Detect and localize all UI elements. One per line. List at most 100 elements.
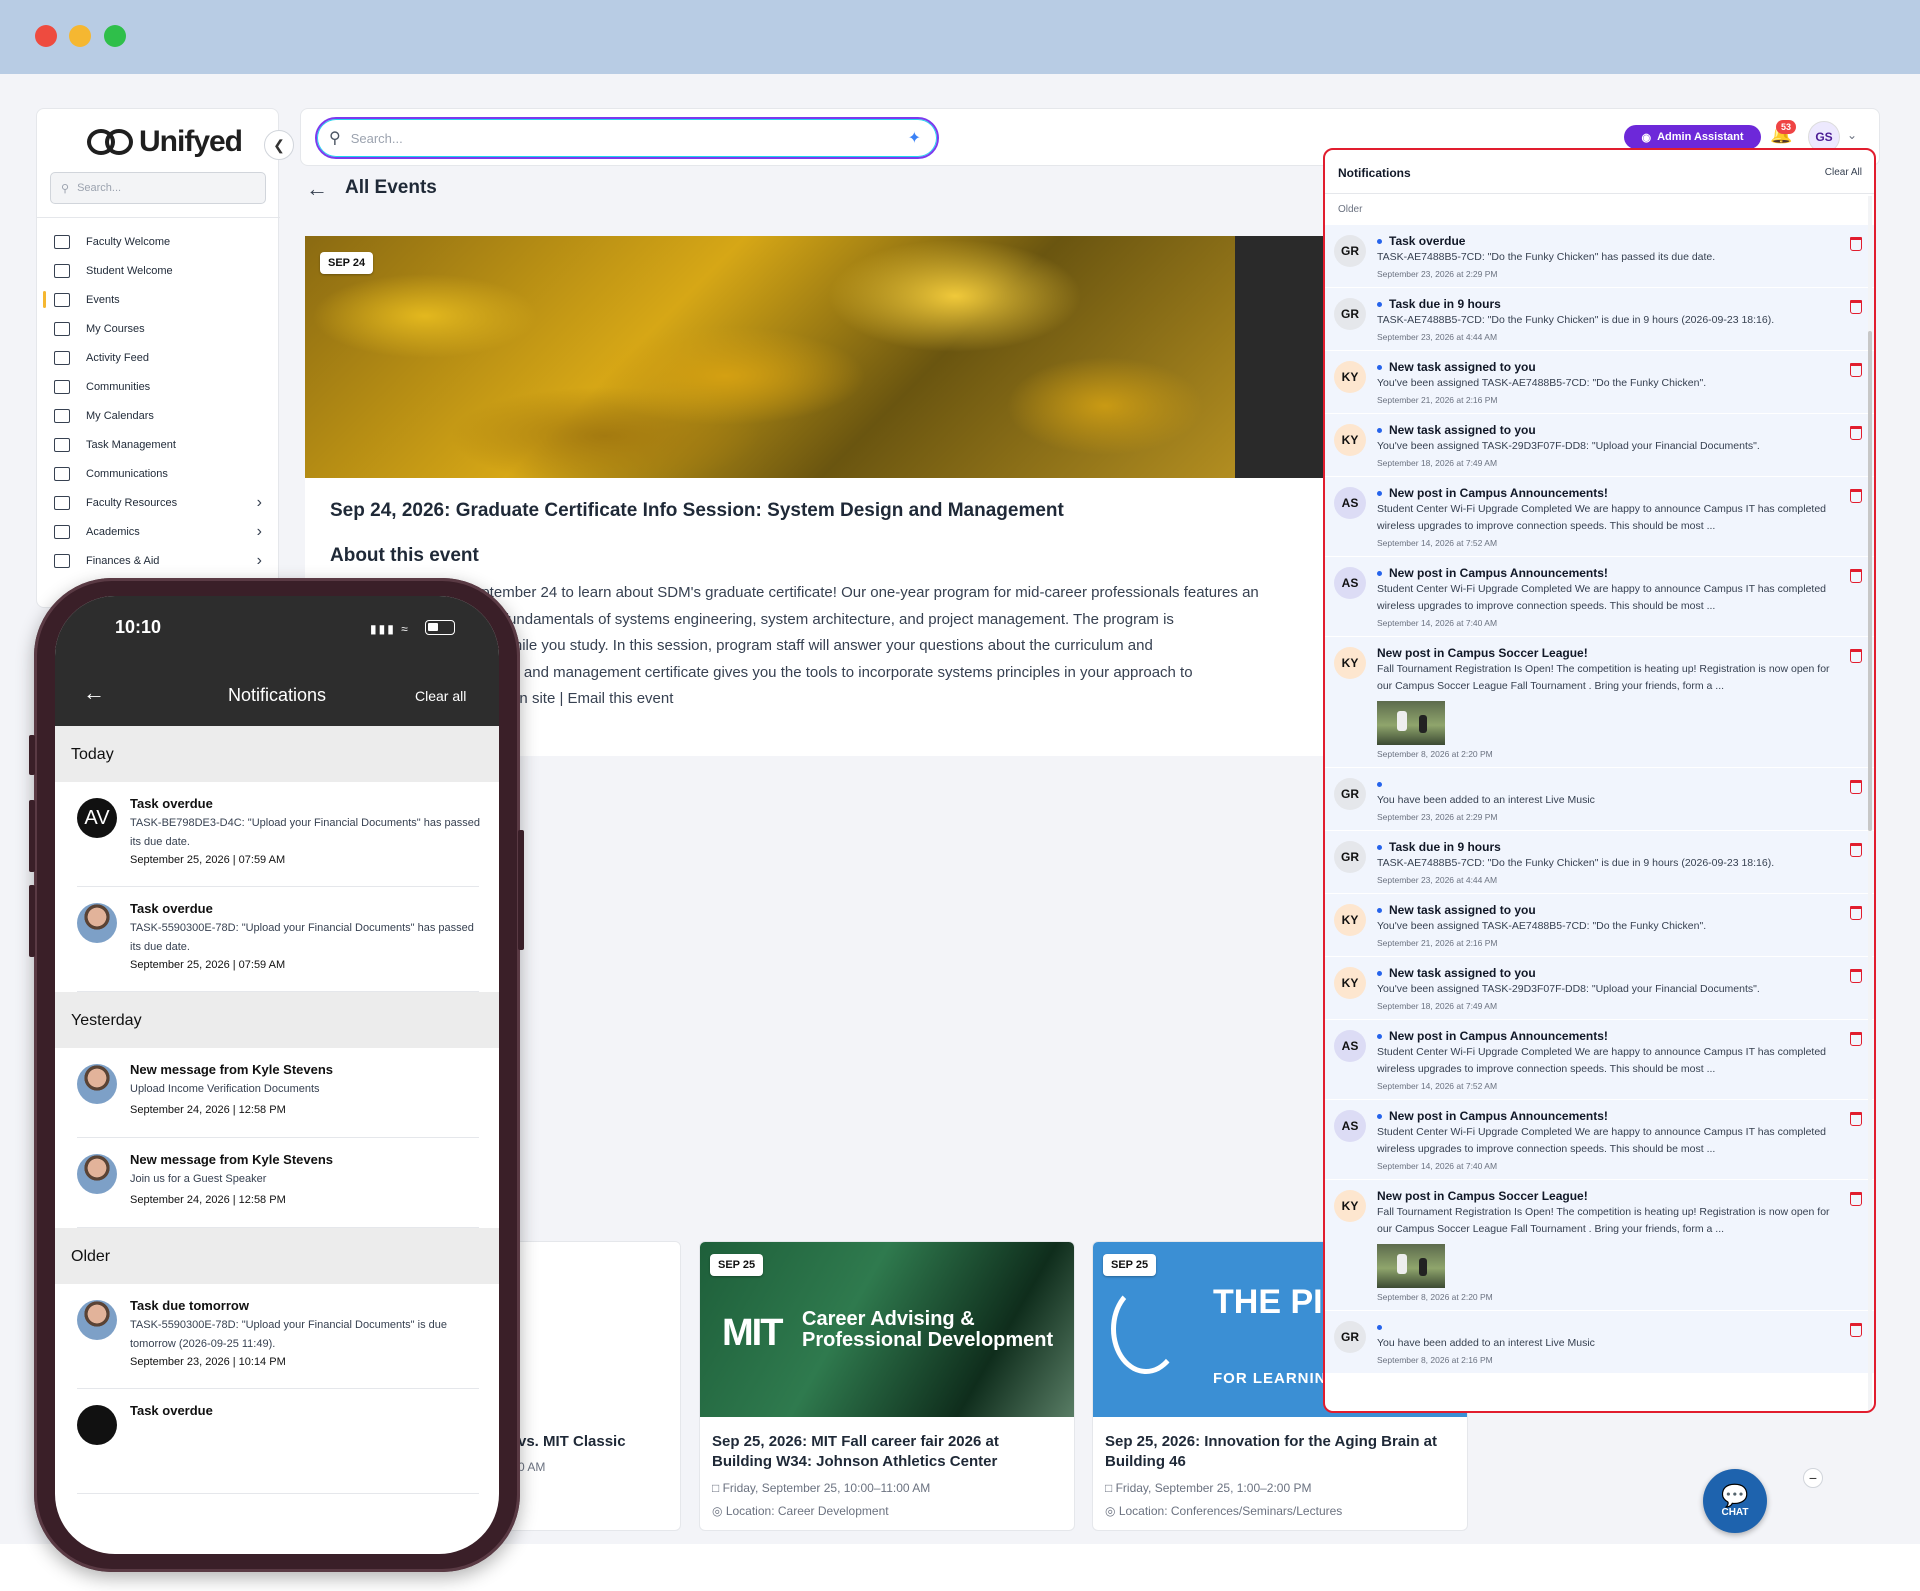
location-pin-icon: ◎ [1105,1504,1116,1518]
notification-item[interactable]: KY New task assigned to you You've been as… [1325,351,1874,414]
sidebar-item-events[interactable]: Events [37,285,280,314]
minimize-window-button[interactable] [69,25,91,47]
notification-count-badge: 53 [1776,120,1796,134]
trash-icon[interactable] [1850,363,1862,377]
sidebar-item-label: Faculty Resources [86,496,178,509]
notification-title: New post in Campus Soccer League! [1377,1189,1588,1203]
notification-item[interactable]: KY New task assigned to you You've been as… [1325,957,1874,1020]
sidebar-item-finances-aid[interactable]: Finances & Aid › [37,546,280,575]
event-card-location: ◎ Location: Career Development [712,1504,889,1518]
unread-dot-icon [1377,1034,1382,1040]
ai-sparkle-icon[interactable]: ✦ [908,128,921,148]
trash-icon[interactable] [1850,780,1862,794]
event-card-title: Sep 25, 2026: Innovation for the Aging B… [1105,1433,1437,1470]
trash-icon[interactable] [1850,300,1862,314]
notification-item[interactable]: GR Task overdue TASK-AE7488B5-7CD: "Do the… [1325,225,1874,288]
sidebar-item-communities[interactable]: Communities [37,372,280,401]
phone-notification-item[interactable]: New message from Kyle Stevens Upload Inco… [55,1048,499,1138]
notification-time: September 14, 2026 at 7:52 AM [1377,1081,1498,1091]
notification-item[interactable]: KY New task assigned to you You've been as… [1325,894,1874,957]
notification-item[interactable]: GR Task due in 9 hours TASK-AE7488B5-7CD: … [1325,288,1874,351]
trash-icon[interactable] [1850,1112,1862,1126]
phone-notification-time: September 23, 2026 | 10:14 PM [130,1356,286,1368]
phone-notification-item[interactable]: Task due tomorrow TASK-5590300E-78D: "Upl… [55,1284,499,1389]
trash-icon[interactable] [1850,1192,1862,1206]
chat-button[interactable]: 💬 CHAT [1703,1469,1767,1533]
notification-item[interactable]: AS New post in Campus Announcements! Stude… [1325,1020,1874,1100]
notification-avatar: GR [1334,298,1366,330]
related-event-card[interactable]: MIT Career Advising & Professional Devel… [699,1241,1075,1531]
phone-notification-item[interactable]: New message from Kyle Stevens Join us for… [55,1138,499,1228]
admin-assistant-button[interactable]: ◉ Admin Assistant [1624,125,1761,149]
chat-minimize-button[interactable]: − [1803,1468,1823,1488]
notification-time: September 8, 2026 at 2:16 PM [1377,1355,1493,1365]
search-icon: ⚲ [61,182,70,195]
clear-all-button[interactable]: Clear All [1825,167,1862,178]
event-date-chip: SEP 25 [710,1254,764,1276]
search-icon: ⚲ [329,130,341,147]
sidebar-item-label: Activity Feed [86,351,149,364]
notification-item[interactable]: GR You have been added to an interest Liv… [1325,768,1874,831]
dollar-icon [54,553,70,568]
unread-dot-icon [1377,571,1382,577]
sidebar-item-my-courses[interactable]: My Courses [37,314,280,343]
sidebar-search-input[interactable]: ⚲ Search... [50,172,266,204]
phone-notification-item[interactable]: AV Task overdue TASK-BE798DE3-D4C: "Upload… [55,782,499,887]
notification-avatar: KY [1334,424,1366,456]
phone-notification-time: September 25, 2026 | 07:59 AM [130,959,286,971]
phone-notification-body: TASK-BE798DE3-D4C: "Upload your Financia… [130,817,480,848]
unread-dot-icon [1377,239,1382,245]
trash-icon[interactable] [1850,906,1862,920]
trash-icon[interactable] [1850,649,1862,663]
courses-icon [54,321,70,336]
maximize-window-button[interactable] [104,25,126,47]
trash-icon[interactable] [1850,426,1862,440]
trash-icon[interactable] [1850,237,1862,251]
sidebar-item-faculty-resources[interactable]: Faculty Resources › [37,488,280,517]
sidebar-item-communications[interactable]: Communications [37,459,280,488]
sidebar-item-task-management[interactable]: Task Management [37,430,280,459]
notification-item[interactable]: GR Task due in 9 hours TASK-AE7488B5-7CD: … [1325,831,1874,894]
sidebar-item-faculty-welcome[interactable]: Faculty Welcome [37,227,280,256]
phone-notification-item[interactable]: Task overdue TASK-5590300E-78D: "Upload y… [55,887,499,992]
unread-dot-icon [1377,908,1382,914]
sidebar-item-my-calendars[interactable]: My Calendars [37,401,280,430]
notification-body: You have been added to an interest Live … [1377,1337,1595,1349]
notification-body: You've been assigned TASK-AE7488B5-7CD: … [1377,377,1707,389]
notification-item[interactable]: KY New task assigned to you You've been as… [1325,414,1874,477]
chat-label: CHAT [1721,1506,1749,1518]
notification-title: New post in Campus Announcements! [1389,1109,1608,1123]
notifications-scrollbar[interactable] [1868,196,1872,1411]
sidebar-item-activity-feed[interactable]: Activity Feed [37,343,280,372]
notification-avatar: AS [1334,1030,1366,1062]
trash-icon[interactable] [1850,569,1862,583]
sidebar-item-academics[interactable]: Academics › [37,517,280,546]
phone-notification-item[interactable]: Task overdue [55,1389,499,1494]
scrollbar-thumb[interactable] [1868,331,1872,831]
chevron-down-icon[interactable]: ⌄ [1847,128,1857,142]
notification-body: Fall Tournament Registration Is Open! Th… [1377,1206,1830,1235]
unifyed-logo[interactable]: Unifyed [85,125,243,159]
notification-item[interactable]: AS New post in Campus Announcements! Stude… [1325,557,1874,637]
notification-avatar: KY [1334,361,1366,393]
trash-icon[interactable] [1850,1032,1862,1046]
notification-title: Task overdue [1389,234,1466,248]
sidebar-item-student-welcome[interactable]: Student Welcome [37,256,280,285]
trash-icon[interactable] [1850,489,1862,503]
calendar-icon [54,408,70,423]
close-window-button[interactable] [35,25,57,47]
back-arrow-icon[interactable]: ← [306,176,328,202]
phone-clear-all-button[interactable]: Clear all [415,688,466,704]
soccer-thumbnail-image [1377,1244,1445,1288]
collapse-sidebar-button[interactable]: ❮ [264,130,294,160]
global-search-placeholder: Search... [350,130,403,146]
trash-icon[interactable] [1850,843,1862,857]
notification-item[interactable]: GR You have been added to an interest Liv… [1325,1311,1874,1374]
notification-item[interactable]: KY New post in Campus Soccer League! Fall … [1325,637,1874,768]
trash-icon[interactable] [1850,1323,1862,1337]
notification-item[interactable]: KY New post in Campus Soccer League! Fall … [1325,1180,1874,1311]
notification-item[interactable]: AS New post in Campus Announcements! Stude… [1325,477,1874,557]
notification-item[interactable]: AS New post in Campus Announcements! Stude… [1325,1100,1874,1180]
trash-icon[interactable] [1850,969,1862,983]
global-search-input[interactable]: ⚲ Search... ✦ [315,117,939,159]
